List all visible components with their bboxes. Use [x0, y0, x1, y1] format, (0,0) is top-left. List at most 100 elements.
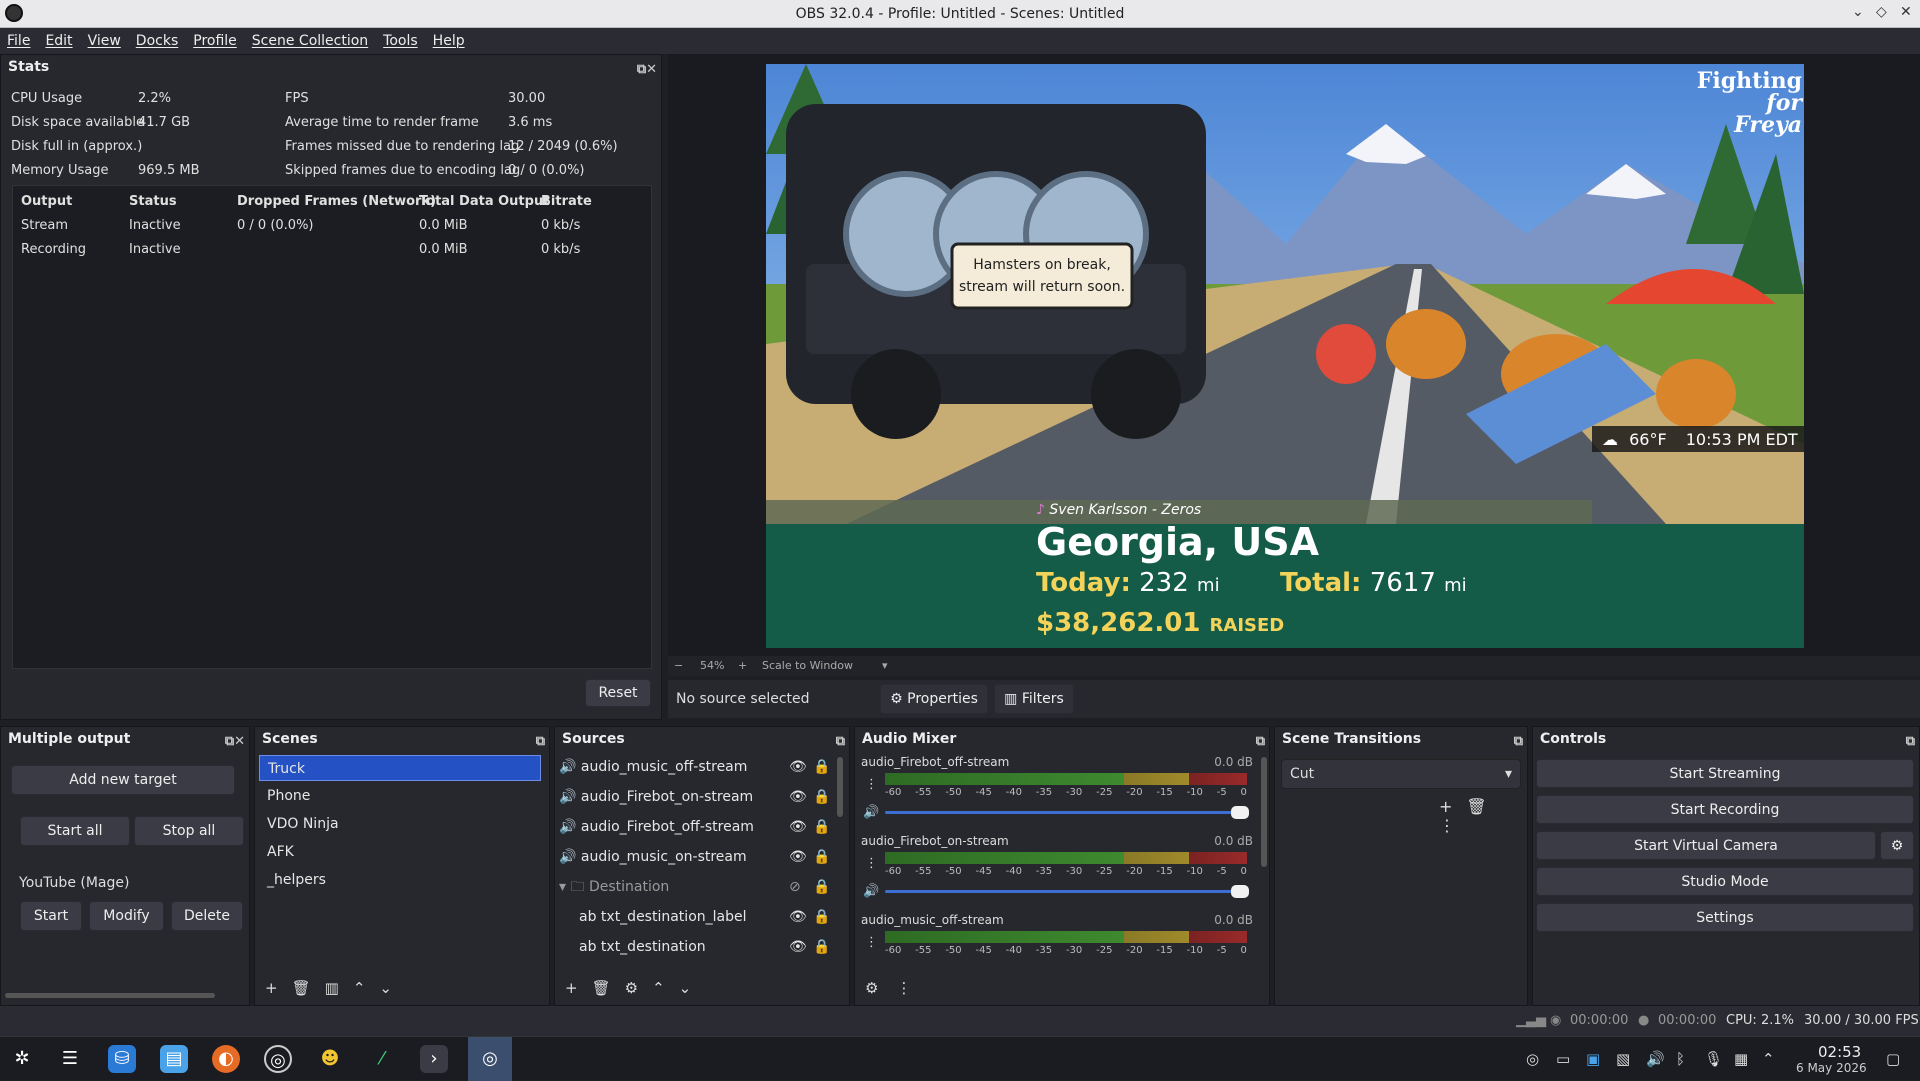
app-launcher-icon[interactable]: ✲	[8, 1045, 36, 1073]
undock-close-icon[interactable]: ⧉✕	[225, 730, 245, 754]
trash-icon[interactable]: 🗑	[292, 979, 325, 997]
add-new-target-button[interactable]: Add new target	[11, 765, 235, 795]
trash-icon[interactable]: 🗑	[1466, 797, 1500, 816]
start-recording-button[interactable]: Start Recording	[1536, 795, 1914, 824]
source-row[interactable]: 🔊 audio_music_off-stream 👁 🔒	[559, 753, 830, 782]
add-icon[interactable]: +	[565, 979, 592, 997]
obs-tray-icon[interactable]: ◎	[1526, 1050, 1539, 1068]
firefox-icon[interactable]: ◐	[212, 1045, 240, 1073]
trash-icon[interactable]: 🗑	[592, 979, 625, 997]
scene-item-truck[interactable]: Truck	[259, 755, 541, 781]
modify-button[interactable]: Modify	[89, 901, 164, 931]
filters-button[interactable]: ▥ Filters	[994, 684, 1074, 714]
filter-icon[interactable]: ▥	[325, 979, 353, 997]
clock-date[interactable]: 6 May 2026	[1796, 1061, 1867, 1075]
lock-icon[interactable]: 🔒	[813, 903, 830, 932]
source-row[interactable]: ab txt_destination_label 👁 🔒	[559, 903, 830, 932]
display-icon[interactable]: ▣	[1586, 1050, 1600, 1068]
image-icon[interactable]: ▧	[1616, 1050, 1630, 1068]
bee-app-icon[interactable]: ☻	[316, 1045, 344, 1073]
source-row[interactable]: 🔊 audio_Firebot_on-stream 👁 🔒	[559, 783, 830, 812]
source-row[interactable]: 🔊 audio_Firebot_off-stream 👁 🔒	[559, 813, 830, 842]
lock-icon[interactable]: 🔒	[813, 813, 830, 842]
obs-active-icon[interactable]: ◎	[468, 1037, 512, 1081]
transition-select[interactable]: Cut ▾	[1281, 759, 1521, 789]
menu-tools[interactable]: Tools	[383, 33, 418, 49]
mixer-menu-icon[interactable]: ⋮	[896, 979, 929, 997]
channel-menu-icon[interactable]: ⋮	[865, 777, 878, 792]
channel-menu-icon[interactable]: ⋮	[865, 935, 878, 950]
zoom-out-button[interactable]: −	[674, 659, 683, 672]
eye-icon[interactable]: 👁	[789, 753, 807, 782]
channel-menu-icon[interactable]: ⋮	[865, 856, 878, 871]
undock-close-icon[interactable]: ⧉✕	[637, 58, 657, 82]
menu-view[interactable]: View	[88, 33, 121, 49]
eye-icon[interactable]: 👁	[789, 843, 807, 872]
file-manager-icon[interactable]: ▤	[160, 1045, 188, 1073]
start-virtual-camera-button[interactable]: Start Virtual Camera	[1536, 831, 1876, 860]
eye-icon[interactable]: 👁	[789, 783, 807, 812]
settings-panel-icon[interactable]: ☰	[56, 1045, 84, 1073]
store-icon[interactable]: ⛁	[108, 1045, 136, 1073]
show-desktop-icon[interactable]: ▢	[1886, 1050, 1900, 1068]
lock-icon[interactable]: 🔒	[813, 753, 830, 782]
more-icon[interactable]: ⋮	[1439, 816, 1469, 835]
add-icon[interactable]: +	[1439, 797, 1466, 816]
terminal-icon[interactable]: ›	[420, 1045, 448, 1073]
menu-scene-collection[interactable]: Scene Collection	[252, 33, 368, 49]
vertical-scrollbar[interactable]	[1261, 757, 1267, 867]
undock-icon[interactable]: ⧉	[1256, 730, 1265, 754]
chevron-down-icon[interactable]: ▾	[559, 879, 566, 895]
network-icon[interactable]: ▦	[1734, 1050, 1748, 1068]
lock-icon[interactable]: 🔒	[813, 933, 830, 962]
chevron-down-icon[interactable]: ▾	[882, 659, 888, 672]
menu-profile[interactable]: Profile	[193, 33, 237, 49]
volume-slider[interactable]	[885, 806, 1249, 819]
scale-mode-select[interactable]: Scale to Window	[762, 659, 853, 672]
menu-file[interactable]: File	[7, 33, 30, 49]
add-icon[interactable]: +	[265, 979, 292, 997]
speaker-icon[interactable]: 🔊	[863, 805, 879, 820]
start-all-button[interactable]: Start all	[20, 816, 130, 846]
scene-item-afk[interactable]: AFK	[259, 839, 541, 865]
chevron-up-icon[interactable]: ⌃	[1762, 1050, 1775, 1068]
eye-icon[interactable]: 👁	[789, 933, 807, 962]
scene-item-helpers[interactable]: _helpers	[259, 867, 541, 893]
eye-icon[interactable]: 👁	[789, 813, 807, 842]
reset-button[interactable]: Reset	[585, 679, 651, 707]
undock-icon[interactable]: ⧉	[1906, 730, 1915, 754]
gear-icon[interactable]: ⚙	[625, 979, 652, 997]
arrow-down-icon[interactable]: ⌄	[679, 979, 706, 997]
clipboard-icon[interactable]: ▭	[1556, 1050, 1570, 1068]
scene-item-vdo-ninja[interactable]: VDO Ninja	[259, 811, 541, 837]
clock-time[interactable]: 02:53	[1818, 1043, 1861, 1061]
preview-canvas[interactable]: Fighting for Freya Hamsters on break, st…	[766, 64, 1804, 648]
lock-icon[interactable]: 🔒	[813, 843, 830, 872]
properties-button[interactable]: ⚙ Properties	[880, 684, 988, 714]
menu-edit[interactable]: Edit	[45, 33, 72, 49]
speaker-icon[interactable]: 🔊	[863, 884, 879, 899]
eye-hidden-icon[interactable]: ⊘	[789, 873, 801, 902]
start-streaming-button[interactable]: Start Streaming	[1536, 759, 1914, 788]
eye-icon[interactable]: 👁	[789, 903, 807, 932]
settings-button[interactable]: Settings	[1536, 903, 1914, 932]
source-row[interactable]: 🔊 audio_music_on-stream 👁 🔒	[559, 843, 830, 872]
stop-all-button[interactable]: Stop all	[134, 816, 244, 846]
lock-icon[interactable]: 🔒	[813, 873, 830, 902]
scene-item-phone[interactable]: Phone	[259, 783, 541, 809]
app-icon[interactable]: ⁄	[368, 1045, 396, 1073]
minimize-icon[interactable]: ⌄	[1852, 4, 1864, 20]
undock-icon[interactable]: ⧉	[836, 730, 845, 754]
slider-knob[interactable]	[1231, 885, 1249, 898]
slider-knob[interactable]	[1231, 806, 1249, 819]
horizontal-scrollbar[interactable]	[5, 993, 215, 998]
close-icon[interactable]: ✕	[1900, 4, 1912, 20]
menu-docks[interactable]: Docks	[136, 33, 178, 49]
vertical-scrollbar[interactable]	[837, 757, 843, 817]
bluetooth-icon[interactable]: ᛒ	[1676, 1050, 1685, 1068]
undock-icon[interactable]: ⧉	[1514, 730, 1523, 754]
arrow-up-icon[interactable]: ⌃	[353, 979, 380, 997]
volume-slider[interactable]	[885, 885, 1249, 898]
zoom-in-button[interactable]: +	[738, 659, 747, 672]
source-group-row[interactable]: ▾ 🗀 Destination ⊘ 🔒	[559, 873, 830, 902]
